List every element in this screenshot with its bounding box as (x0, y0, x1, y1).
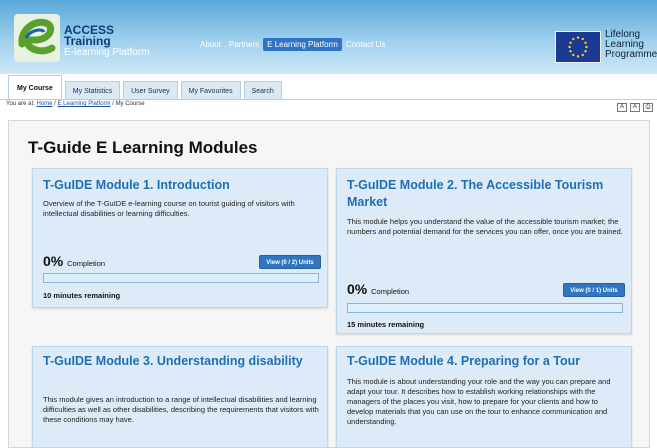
breadcrumb-home[interactable]: Home (36, 101, 52, 107)
module-title[interactable]: T-GuIDE Module 1. Introduction (43, 177, 323, 194)
page-tools: A A ⎙ (617, 103, 653, 112)
breadcrumb-current: My Course (115, 101, 145, 107)
print-icon[interactable]: ⎙ (643, 103, 653, 112)
tab-search[interactable]: Search (243, 81, 282, 100)
breadcrumb-prefix: You are at: (6, 101, 35, 107)
font-size-increase-icon[interactable]: A (617, 103, 627, 112)
site-header: ACCESS Training E-learning Platform Abou… (0, 0, 657, 74)
completion-label: Completion (371, 287, 410, 296)
nav-partners[interactable]: Partners (225, 38, 263, 51)
tab-my-course[interactable]: My Course (8, 75, 62, 100)
nav-contact-us[interactable]: Contact Us (342, 38, 390, 51)
module-card-1: T-GuIDE Module 1. Introduction Overview … (32, 168, 328, 308)
module-title[interactable]: T-GuIDE Module 2. The Accessible Tourism… (347, 177, 623, 211)
llp-line-3: Programme (605, 49, 657, 60)
nav-about[interactable]: About (196, 38, 225, 51)
module-description: This module helps you understand the val… (347, 217, 623, 236)
font-size-decrease-icon[interactable]: A (630, 103, 640, 112)
brand-line-training: Training (64, 34, 111, 48)
progress-bar (43, 273, 319, 283)
time-remaining: 10 minutes remaining (43, 291, 121, 300)
view-units-button[interactable]: View (0 / 2) Units (259, 255, 321, 269)
breadcrumb-e-learning-platform[interactable]: E Learning Platform (58, 101, 111, 107)
time-remaining: 15 minutes remaining (347, 320, 425, 329)
progress-bar (347, 303, 623, 313)
module-description: This module gives an introduction to a r… (43, 395, 319, 424)
lifelong-learning-logo[interactable]: Lifelong Learning Programme (553, 28, 657, 66)
page-title: T-Guide E Learning Modules (28, 138, 258, 157)
completion-percent: 0% (347, 281, 368, 297)
tab-user-survey[interactable]: User Survey (123, 81, 178, 100)
module-completion: 0% Completion (43, 253, 105, 269)
module-description: Overview of the T-GuIDE e-learning cours… (43, 199, 295, 218)
llp-text: Lifelong Learning Programme (605, 30, 657, 60)
tab-my-statistics[interactable]: My Statistics (64, 81, 121, 100)
top-navigation: About Partners E Learning Platform Conta… (196, 38, 389, 51)
nav-e-learning-platform[interactable]: E Learning Platform (263, 38, 342, 51)
completion-label: Completion (67, 259, 106, 268)
tab-divider (0, 99, 657, 100)
module-completion: 0% Completion (347, 281, 409, 297)
eu-flag-icon (555, 31, 601, 63)
brand-line-platform: E-learning Platform (64, 47, 150, 58)
module-card-4: T-GuIDE Module 4. Preparing for a Tour T… (336, 346, 632, 448)
module-title[interactable]: T-GuIDE Module 4. Preparing for a Tour (347, 353, 631, 370)
tab-my-favourites[interactable]: My Favourites (180, 81, 241, 100)
main-tabs: My Course My Statistics User Survey My F… (8, 70, 285, 100)
module-card-2: T-GuIDE Module 2. The Accessible Tourism… (336, 168, 632, 334)
view-units-button[interactable]: View (0 / 1) Units (563, 283, 625, 297)
brand-name: ACCESS Training E-learning Platform (64, 24, 150, 58)
module-card-3: T-GuIDE Module 3. Understanding disabili… (32, 346, 328, 448)
access-training-logo-icon[interactable] (14, 14, 60, 62)
completion-percent: 0% (43, 253, 64, 269)
breadcrumb: You are at: Home / E Learning Platform /… (6, 101, 145, 107)
module-title[interactable]: T-GuIDE Module 3. Understanding disabili… (43, 353, 313, 370)
module-description: This module is about understanding your … (347, 377, 611, 426)
